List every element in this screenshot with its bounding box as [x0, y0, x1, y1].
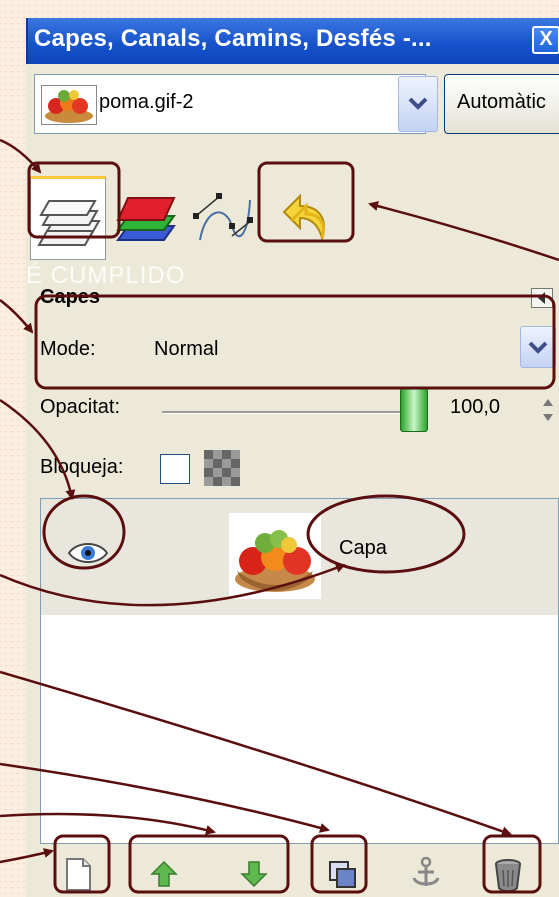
- layer-name[interactable]: Capa: [339, 537, 387, 560]
- window-title: Capes, Canals, Camins, Desfés -...: [34, 25, 432, 52]
- chevron-down-icon: [528, 341, 548, 354]
- image-dropdown-button[interactable]: [398, 76, 438, 132]
- layers-panel-title: Capes: [40, 286, 101, 308]
- layer-actions-toolbar: [26, 850, 559, 897]
- image-selector[interactable]: poma.gif-2: [34, 74, 426, 134]
- layers-list[interactable]: Capa: [40, 498, 559, 844]
- duplicate-layer-icon: [329, 861, 356, 888]
- tab-undo-history[interactable]: [264, 176, 340, 260]
- opacity-slider[interactable]: [162, 411, 414, 414]
- delete-layer-button[interactable]: [488, 854, 528, 894]
- new-layer-button[interactable]: [58, 854, 98, 894]
- raise-layer-button[interactable]: [144, 854, 184, 894]
- panel-menu-button[interactable]: [531, 288, 553, 308]
- arrow-up-icon: [150, 860, 178, 887]
- opacity-slider-handle[interactable]: [400, 388, 428, 432]
- mode-dropdown-button[interactable]: [520, 326, 556, 368]
- tab-paths[interactable]: [186, 176, 262, 260]
- anchor-layer-button[interactable]: [406, 854, 446, 894]
- lock-label: Bloqueja:: [40, 456, 124, 478]
- arrow-down-icon: [240, 861, 268, 888]
- undo-icon: [282, 193, 325, 242]
- opacity-spin-button[interactable]: [540, 392, 556, 428]
- tab-layers[interactable]: [30, 176, 106, 260]
- auto-button[interactable]: Automàtic: [444, 74, 559, 134]
- image-thumbnail: [41, 85, 97, 125]
- layers-icon: [37, 200, 101, 246]
- image-name: poma.gif-2: [99, 91, 194, 113]
- paths-icon: [193, 193, 253, 241]
- layers-dock-window: Capes, Canals, Camins, Desfés -... X pom…: [26, 18, 559, 897]
- auto-button-label: Automàtic: [457, 91, 546, 113]
- trash-icon: [495, 859, 521, 892]
- transparency-checker-icon: [204, 450, 240, 486]
- layer-row[interactable]: Capa: [41, 499, 558, 615]
- lower-layer-button[interactable]: [234, 854, 274, 894]
- dock-tabs: [26, 176, 559, 260]
- spin-arrows-icon: [543, 399, 553, 421]
- mode-select[interactable]: Normal: [154, 338, 218, 361]
- eye-icon[interactable]: [67, 539, 109, 567]
- chevron-down-icon: [408, 97, 428, 110]
- lock-alpha-checkbox[interactable]: [160, 454, 190, 484]
- duplicate-layer-button[interactable]: [322, 854, 362, 894]
- triangle-left-icon: [538, 292, 545, 304]
- close-button[interactable]: X: [532, 26, 559, 54]
- new-layer-icon: [66, 858, 91, 891]
- channels-icon: [116, 197, 176, 241]
- opacity-label: Opacitat:: [40, 396, 121, 418]
- tab-channels[interactable]: [108, 176, 184, 260]
- opacity-value[interactable]: 100,0: [450, 396, 500, 419]
- mode-label: Mode:: [40, 338, 96, 360]
- anchor-icon: [412, 856, 440, 886]
- title-bar[interactable]: Capes, Canals, Camins, Desfés -... X: [26, 18, 559, 64]
- layer-thumbnail: [229, 513, 321, 599]
